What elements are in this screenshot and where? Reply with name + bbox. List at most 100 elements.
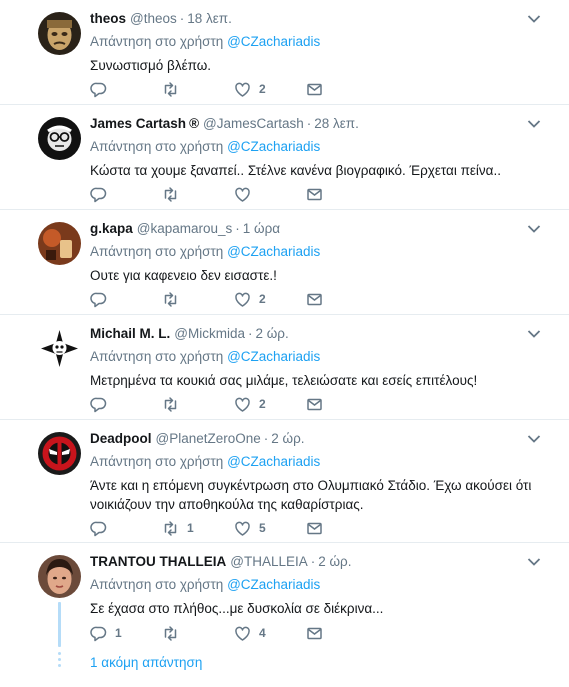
retweet-button[interactable] — [162, 394, 187, 414]
retweet-button[interactable] — [162, 184, 187, 204]
mention-link[interactable]: @CZachariadis — [227, 244, 320, 259]
direct-message-button[interactable] — [306, 518, 323, 538]
mention-link[interactable]: @CZachariadis — [227, 454, 320, 469]
retweet-icon — [164, 396, 177, 412]
display-name[interactable]: TRANTOU THALLEIA — [90, 554, 226, 569]
mention-link[interactable]: @CZachariadis — [227, 349, 320, 364]
tweet-text: Σε έχασα στο πλήθος...με δυσκολία σε διέ… — [90, 601, 384, 616]
user-handle[interactable]: @JamesCartash — [203, 116, 304, 131]
direct-message-button[interactable] — [306, 79, 323, 99]
timestamp[interactable]: 18 λεπ. — [187, 11, 232, 26]
avatar[interactable] — [38, 117, 81, 160]
like-icon — [235, 187, 250, 202]
timestamp[interactable]: 2 ώρ. — [255, 326, 288, 341]
tweet[interactable]: Deadpool @PlanetZeroOne · 2 ώρ. Απάντηση στ… — [0, 420, 569, 543]
direct-message-button[interactable] — [306, 184, 323, 204]
tweet[interactable]: theos @theos · 18 λεπ. Απάντηση στο χρήστη … — [0, 0, 569, 105]
mention-link[interactable]: @CZachariadis — [227, 139, 320, 154]
chevron-down-icon[interactable] — [527, 14, 541, 24]
tweet-text: Άντε και η επόμενη συγκέντρωση στο Ολυμπ… — [90, 478, 532, 512]
chevron-down-icon[interactable] — [527, 119, 541, 129]
like-button[interactable]: 2 — [234, 394, 266, 414]
tweet-text: Κώστα τα χουμε ξαναπεί.. Στέλνε κανένα β… — [90, 163, 501, 178]
thread-dot — [58, 652, 61, 655]
avatar[interactable] — [38, 432, 81, 475]
user-handle[interactable]: @theos — [130, 11, 177, 26]
reply-button[interactable] — [90, 518, 115, 538]
tweet[interactable]: James Cartash ® @JamesCartash · 28 λεπ. Απάν… — [0, 105, 569, 210]
display-name[interactable]: Deadpool — [90, 431, 152, 446]
direct-message-button[interactable] — [306, 394, 323, 414]
user-handle[interactable]: @THALLEIA — [230, 554, 307, 569]
like-button[interactable]: 2 — [234, 79, 266, 99]
avatar[interactable] — [38, 555, 81, 598]
thread-dot — [58, 658, 61, 661]
retweet-button[interactable] — [162, 289, 187, 309]
avatar[interactable] — [38, 327, 81, 370]
reply-button[interactable] — [90, 184, 115, 204]
reply-button[interactable]: 1 — [90, 623, 122, 643]
direct-message-icon — [307, 398, 322, 410]
reply-icon — [90, 626, 107, 641]
avatar[interactable] — [38, 222, 81, 265]
retweet-icon — [164, 625, 177, 641]
tweet[interactable]: Michail M. L. @Mickmida · 2 ώρ. Απάντηση στ… — [0, 315, 569, 420]
direct-message-button[interactable] — [306, 623, 323, 643]
display-name[interactable]: theos — [90, 11, 126, 26]
reply-icon — [90, 397, 107, 412]
reply-context: Απάντηση στο χρήστη @CZachariadis — [90, 34, 321, 49]
user-handle[interactable]: @Mickmida — [174, 326, 245, 341]
like-count: 5 — [259, 521, 266, 535]
tweet-header: James Cartash ® @JamesCartash · 28 λεπ. — [90, 116, 359, 131]
tweet-actions: 2 — [90, 79, 350, 99]
direct-message-icon — [307, 83, 322, 95]
tweet-header: g.kapa @kapamarou_s · 1 ώρα — [90, 221, 280, 236]
tweet[interactable]: TRANTOU THALLEIA @THALLEIA · 2 ώρ. Απάντηση… — [0, 543, 569, 687]
like-button[interactable]: 2 — [234, 289, 266, 309]
registered-badge: ® — [189, 116, 200, 131]
reply-button[interactable] — [90, 289, 115, 309]
show-more-replies-link[interactable]: 1 ακόμη απάντηση — [90, 655, 202, 670]
direct-message-icon — [307, 293, 322, 305]
timestamp[interactable]: 1 ώρα — [243, 221, 280, 236]
like-button[interactable]: 4 — [234, 623, 266, 643]
tweet[interactable]: g.kapa @kapamarou_s · 1 ώρα Απάντηση στο χρ… — [0, 210, 569, 315]
reply-button[interactable] — [90, 394, 115, 414]
reply-button[interactable] — [90, 79, 115, 99]
retweet-button[interactable]: 1 — [162, 518, 194, 538]
retweet-button[interactable] — [162, 79, 187, 99]
thread-dot — [58, 664, 61, 667]
reply-icon — [90, 521, 107, 536]
display-name[interactable]: Michail M. L. — [90, 326, 170, 341]
tweet-actions: 2 — [90, 394, 350, 414]
timestamp[interactable]: 2 ώρ. — [318, 554, 351, 569]
mention-link[interactable]: @CZachariadis — [227, 577, 320, 592]
avatar[interactable] — [38, 12, 81, 55]
tweet-text: Μετρημένα τα κουκιά σας μιλάμε, τελειώσα… — [90, 373, 478, 388]
reply-context: Απάντηση στο χρήστη @CZachariadis — [90, 454, 321, 469]
separator-dot: · — [235, 221, 240, 236]
like-count: 2 — [259, 397, 266, 411]
chevron-down-icon[interactable] — [527, 434, 541, 444]
direct-message-button[interactable] — [306, 289, 323, 309]
user-handle[interactable]: @PlanetZeroOne — [156, 431, 261, 446]
retweet-button[interactable] — [162, 623, 187, 643]
tweet-actions: 1 5 — [90, 518, 350, 538]
timestamp[interactable]: 2 ώρ. — [271, 431, 304, 446]
like-button[interactable]: 5 — [234, 518, 266, 538]
chevron-down-icon[interactable] — [527, 224, 541, 234]
display-name[interactable]: James Cartash — [90, 116, 186, 131]
mention-link[interactable]: @CZachariadis — [227, 34, 320, 49]
timestamp[interactable]: 28 λεπ. — [314, 116, 359, 131]
reply-context: Απάντηση στο χρήστη @CZachariadis — [90, 349, 321, 364]
separator-dot: · — [247, 326, 253, 341]
like-button[interactable] — [234, 184, 259, 204]
like-icon — [235, 626, 250, 641]
chevron-down-icon[interactable] — [527, 557, 541, 567]
chevron-down-icon[interactable] — [527, 329, 541, 339]
retweet-icon — [164, 81, 177, 97]
direct-message-icon — [307, 627, 322, 639]
user-handle[interactable]: @kapamarou_s — [137, 221, 233, 236]
tweet-header: Michail M. L. @Mickmida · 2 ώρ. — [90, 326, 289, 341]
display-name[interactable]: g.kapa — [90, 221, 133, 236]
